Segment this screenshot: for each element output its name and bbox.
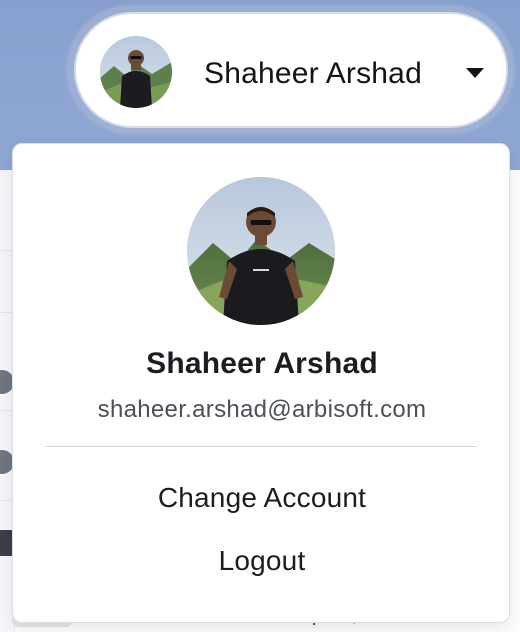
caret-down-icon[interactable]	[466, 68, 484, 78]
user-avatar-icon	[187, 177, 335, 325]
dropdown-user-email: shaheer.arshad@arbisoft.com	[97, 396, 427, 423]
change-account-menu-item[interactable]: Change Account	[13, 474, 511, 522]
dropdown-divider	[45, 446, 477, 447]
user-avatar-icon[interactable]	[100, 36, 172, 108]
logout-menu-item[interactable]: Logout	[13, 537, 511, 585]
header-user-name[interactable]: Shaheer Arshad	[204, 54, 422, 94]
dropdown-user-name: Shaheer Arshad	[146, 347, 378, 380]
user-menu-toggle[interactable]: Shaheer Arshad	[74, 12, 508, 128]
user-dropdown-menu: Shaheer Arshad shaheer.arshad@arbisoft.c…	[12, 143, 510, 623]
